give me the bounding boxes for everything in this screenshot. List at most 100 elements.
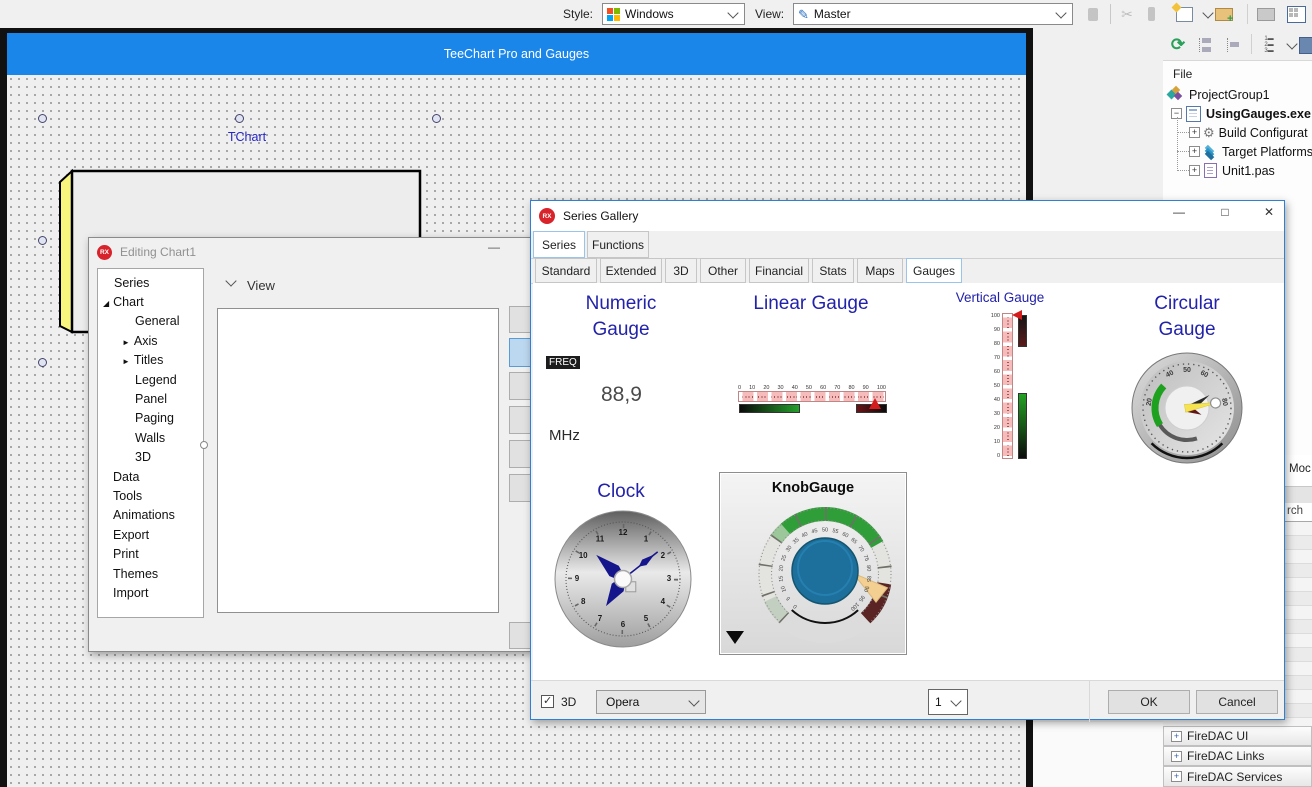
circular-gauge[interactable]: 2040506080: [1129, 350, 1245, 466]
3d-checkbox[interactable]: [541, 695, 554, 708]
nav-item-themes[interactable]: Themes: [98, 564, 203, 583]
form-titlebar[interactable]: TeeChart Pro and Gauges: [7, 33, 1026, 75]
vertical-gauge[interactable]: 1009080706050403020100: [985, 313, 1025, 461]
nav-item-export[interactable]: Export: [98, 525, 203, 544]
paste-icon[interactable]: [1082, 3, 1104, 25]
expand-expander-icon[interactable]: +: [1189, 127, 1200, 138]
add-to-project-button[interactable]: +: [1213, 4, 1235, 24]
close-icon[interactable]: ✕: [1253, 205, 1285, 219]
collapse-nodes-button[interactable]: [1195, 34, 1217, 56]
clock-title[interactable]: Clock: [561, 479, 681, 505]
chevron-down-icon[interactable]: [225, 275, 236, 286]
knob-gauge-cell[interactable]: KnobGauge 051015202530354: [719, 472, 907, 655]
selection-handle[interactable]: [38, 114, 47, 123]
subtab-stats[interactable]: Stats: [812, 258, 854, 283]
subtab-financial[interactable]: Financial: [749, 258, 809, 283]
cancel-button[interactable]: Cancel: [1196, 690, 1278, 714]
palette-category-firedac-ui[interactable]: + FireDAC UI: [1163, 726, 1312, 746]
tab-series[interactable]: Series: [533, 231, 585, 258]
expanded-icon[interactable]: [103, 295, 113, 309]
chart-editor-nav-tree: Series Chart General Axis Titles Legend …: [97, 268, 204, 618]
nav-item-panel[interactable]: Panel: [98, 389, 203, 408]
view-section-header[interactable]: View: [247, 278, 275, 293]
linear-gauge-title[interactable]: Linear Gauge: [751, 291, 871, 317]
nav-item-walls[interactable]: Walls: [98, 428, 203, 447]
minimize-icon[interactable]: —: [479, 240, 509, 254]
tree-node-project[interactable]: − UsingGauges.exe: [1171, 104, 1311, 123]
partial-toolbar-icon[interactable]: [1299, 34, 1312, 56]
subtab-extended[interactable]: Extended: [600, 258, 662, 283]
nav-item-paging[interactable]: Paging: [98, 409, 203, 428]
nav-item-data[interactable]: Data: [98, 467, 203, 486]
nav-item-legend[interactable]: Legend: [98, 370, 203, 389]
tree-connector: [1177, 170, 1189, 171]
splitter-handle[interactable]: [200, 441, 208, 449]
count-combobox[interactable]: 1: [928, 689, 968, 715]
gallery-titlebar[interactable]: RX Series Gallery — □ ✕: [531, 201, 1284, 231]
collapsed-icon[interactable]: [122, 334, 134, 348]
tab-functions[interactable]: Functions: [587, 231, 649, 258]
sort-list-button[interactable]: 1▬2▬3▬: [1257, 34, 1281, 56]
expand-expander-icon[interactable]: +: [1171, 731, 1182, 742]
chevron-down-icon[interactable]: [1202, 7, 1213, 18]
nav-item-axis[interactable]: Axis: [98, 331, 203, 350]
theme-combobox[interactable]: Opera: [596, 690, 706, 714]
palette-tab-partial[interactable]: Moc: [1289, 463, 1311, 475]
series-gallery-dialog: RX Series Gallery — □ ✕ Series Functions…: [530, 200, 1285, 720]
refresh-button[interactable]: ⟳: [1167, 34, 1189, 56]
nav-item-animations[interactable]: Animations: [98, 506, 203, 525]
nav-item-3d[interactable]: 3D: [98, 448, 203, 467]
vertical-gauge-bar-low: [1018, 393, 1027, 459]
subtab-other[interactable]: Other: [700, 258, 746, 283]
nav-item-general[interactable]: General: [98, 312, 203, 331]
collapsed-icon[interactable]: [122, 353, 134, 367]
chevron-down-icon[interactable]: [1286, 38, 1297, 49]
subtab-3d[interactable]: 3D: [665, 258, 697, 283]
minimize-icon[interactable]: —: [1163, 205, 1195, 219]
nav-item-print[interactable]: Print: [98, 544, 203, 563]
svg-text:40: 40: [801, 531, 809, 539]
chart-editor-titlebar[interactable]: RX Editing Chart1 —: [89, 238, 531, 266]
expand-expander-icon[interactable]: +: [1189, 165, 1200, 176]
file-column-header[interactable]: File: [1173, 67, 1192, 81]
svg-text:100: 100: [849, 601, 860, 612]
nav-item-titles[interactable]: Titles: [98, 351, 203, 370]
subtab-standard[interactable]: Standard: [535, 258, 597, 283]
vertical-gauge-title[interactable]: Vertical Gauge: [935, 289, 1065, 307]
linear-gauge[interactable]: 0102030405060708090100: [738, 385, 888, 415]
expand-nodes-button[interactable]: [1223, 34, 1245, 56]
tree-node-target-platforms[interactable]: + Target Platforms: [1189, 142, 1312, 161]
open-folder-button[interactable]: [1255, 4, 1277, 24]
view-units-button[interactable]: [1285, 4, 1307, 24]
clock-gauge[interactable]: 123456789101112: [553, 509, 693, 649]
ok-button[interactable]: OK: [1108, 690, 1190, 714]
selection-handle[interactable]: [38, 236, 47, 245]
nav-item-series[interactable]: Series: [98, 273, 203, 292]
expand-expander-icon[interactable]: +: [1171, 771, 1182, 782]
nav-item-chart[interactable]: Chart: [98, 292, 203, 311]
view-combobox[interactable]: ✎ Master: [793, 3, 1073, 25]
cut-icon[interactable]: ✂: [1116, 3, 1138, 25]
tree-node-projectgroup[interactable]: ProjectGroup1: [1167, 85, 1270, 104]
view-label: View:: [755, 7, 784, 21]
circular-gauge-title[interactable]: Circular Gauge: [1127, 291, 1247, 343]
selection-handle[interactable]: [432, 114, 441, 123]
vertical-gauge-tick-labels: 1009080706050403020100: [985, 313, 1002, 459]
subtab-maps[interactable]: Maps: [857, 258, 903, 283]
style-combobox[interactable]: Windows: [602, 3, 745, 25]
new-item-button[interactable]: [1173, 4, 1195, 24]
subtab-gauges[interactable]: Gauges: [906, 258, 962, 283]
expand-expander-icon[interactable]: +: [1189, 146, 1200, 157]
selection-handle[interactable]: [38, 358, 47, 367]
expand-expander-icon[interactable]: +: [1171, 751, 1182, 762]
tree-node-build-config[interactable]: + ⚙ Build Configurat: [1189, 123, 1308, 142]
nav-item-tools[interactable]: Tools: [98, 486, 203, 505]
palette-category-firedac-services[interactable]: + FireDAC Services: [1163, 766, 1312, 787]
selection-handle[interactable]: [235, 114, 244, 123]
palette-category-firedac-links[interactable]: + FireDAC Links: [1163, 746, 1312, 766]
tree-node-unit1[interactable]: + Unit1.pas: [1189, 161, 1275, 180]
nav-item-import[interactable]: Import: [98, 583, 203, 602]
numeric-gauge-title[interactable]: Numeric Gauge: [561, 291, 681, 343]
copy-icon[interactable]: [1140, 3, 1162, 25]
maximize-icon[interactable]: □: [1209, 205, 1241, 219]
